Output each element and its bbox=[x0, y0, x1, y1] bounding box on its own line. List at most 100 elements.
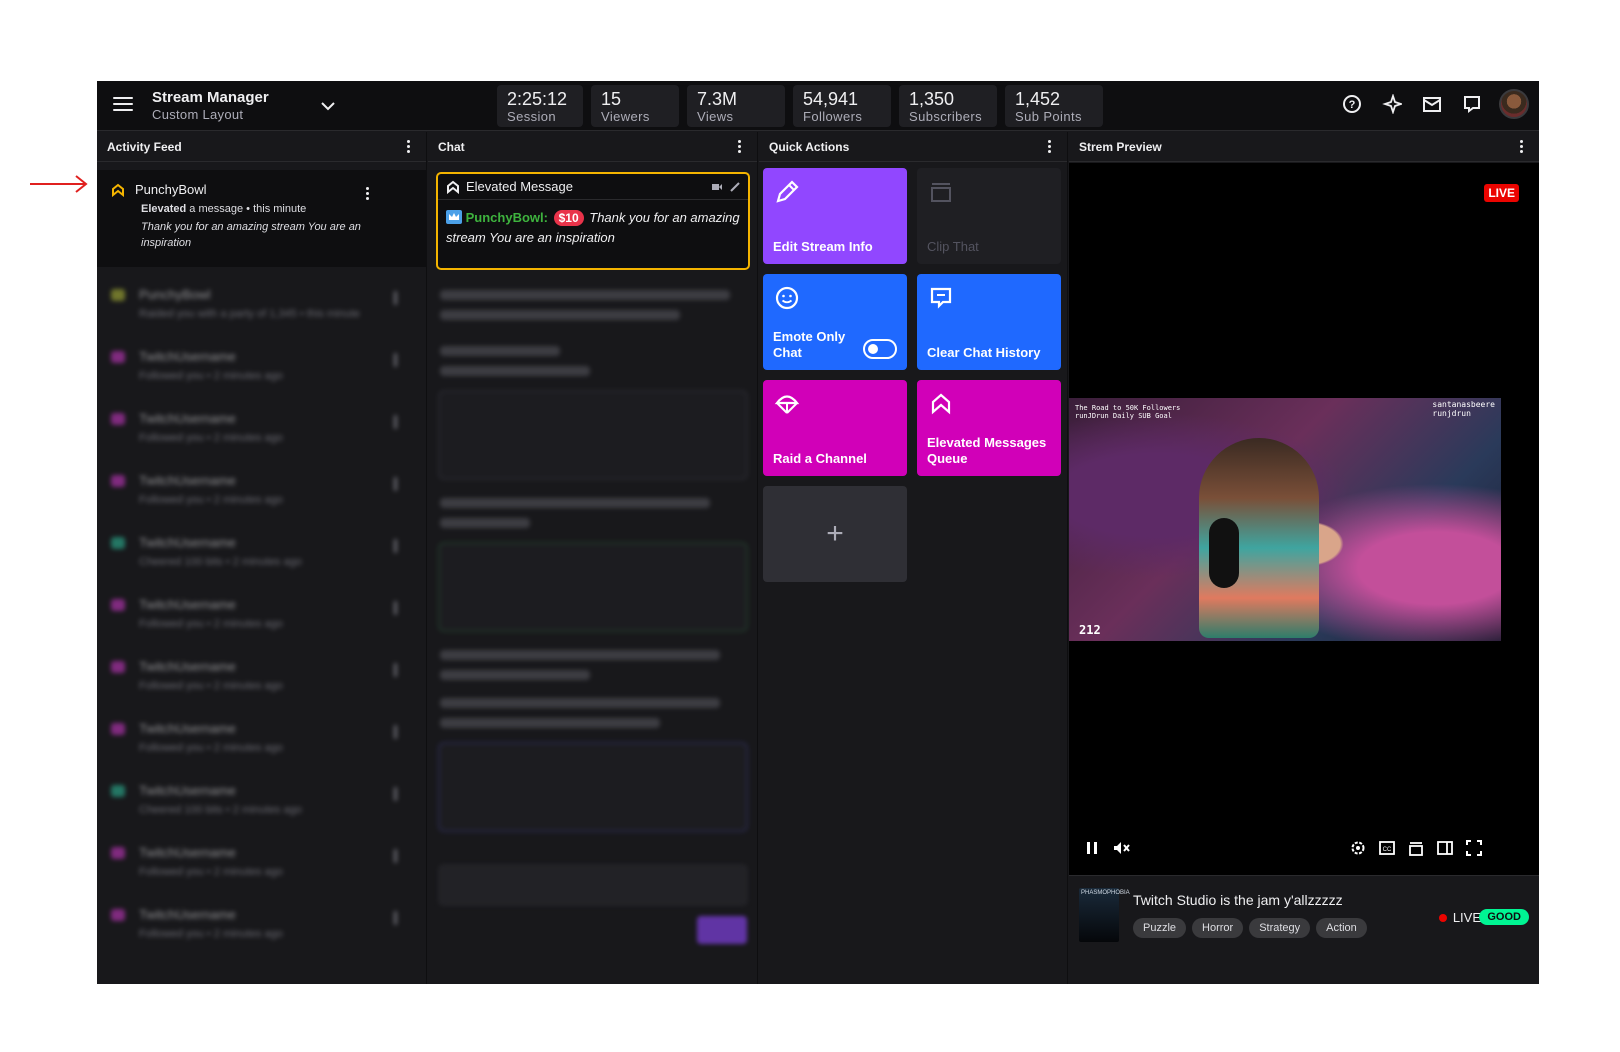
clear-chat-history-button[interactable]: Clear Chat History bbox=[917, 274, 1061, 370]
chat-username[interactable]: PunchyBowl: bbox=[466, 210, 548, 225]
chat-panel: Chat Elevated Message PunchyBowl: $10 Th… bbox=[428, 132, 758, 984]
activity-type-icon bbox=[111, 599, 125, 611]
clip-that-button[interactable]: Clip That bbox=[917, 168, 1061, 264]
activity-item[interactable]: TwitchUsername Followed you • 2 minutes a… bbox=[97, 711, 426, 773]
panel-header: Quick Actions bbox=[759, 132, 1067, 162]
svg-text:CC: CC bbox=[1383, 847, 1392, 853]
activity-item-focused[interactable]: PunchyBowl Elevated a message • this min… bbox=[97, 170, 426, 267]
activity-item[interactable]: TwitchUsername Followed you • 2 minutes a… bbox=[97, 339, 426, 401]
more-options-icon[interactable] bbox=[394, 291, 397, 305]
more-options-icon[interactable] bbox=[394, 353, 397, 367]
stat-value: 15 bbox=[601, 89, 622, 109]
elevated-message-title: Elevated Message bbox=[466, 179, 573, 194]
emote-only-chat-button[interactable]: Emote Only Chat bbox=[763, 274, 907, 370]
layout-selector[interactable]: Stream Manager Custom Layout bbox=[152, 89, 269, 123]
activity-username: PunchyBowl bbox=[139, 287, 211, 302]
more-options-icon[interactable] bbox=[394, 477, 397, 491]
more-options-icon[interactable] bbox=[394, 911, 397, 925]
tag-pill[interactable]: Action bbox=[1316, 918, 1367, 938]
more-options-icon[interactable] bbox=[394, 725, 397, 739]
game-thumbnail[interactable]: PHASMOPHOBIA bbox=[1079, 888, 1130, 942]
more-options-icon[interactable] bbox=[394, 787, 397, 801]
chat-clear-icon bbox=[930, 287, 952, 309]
more-options-icon[interactable] bbox=[394, 601, 397, 615]
inbox-icon[interactable] bbox=[1419, 91, 1445, 117]
activity-item[interactable]: TwitchUsername Followed you • 2 minutes a… bbox=[97, 463, 426, 525]
live-dot-icon bbox=[1438, 913, 1447, 922]
avatar[interactable] bbox=[1499, 89, 1529, 119]
activity-item[interactable]: PunchyBowl Raided you with a party of 1,3… bbox=[97, 277, 426, 339]
activity-meta: Raided you with a party of 1,345 • this … bbox=[139, 308, 360, 320]
chevron-down-icon[interactable] bbox=[317, 95, 339, 117]
tag-pill[interactable]: Horror bbox=[1192, 918, 1244, 938]
video-overlay-count: 212 bbox=[1079, 623, 1101, 637]
activity-item[interactable]: TwitchUsername Followed you • 2 minutes a… bbox=[97, 649, 426, 711]
top-icons: ? bbox=[1339, 89, 1529, 119]
more-options-icon[interactable] bbox=[359, 184, 375, 202]
activity-message: Thank you for an amazing stream You are … bbox=[141, 221, 361, 249]
activity-item[interactable]: TwitchUsername Cheered 100 bits • 2 minut… bbox=[97, 525, 426, 587]
overlay-text: The Road to 50K Followers bbox=[1075, 404, 1181, 412]
pencil-icon bbox=[776, 180, 799, 203]
activity-item[interactable]: TwitchUsername Followed you • 2 minutes a… bbox=[97, 401, 426, 463]
video-overlay-names: santanasbeere runjdrun bbox=[1432, 400, 1495, 418]
more-options-icon[interactable] bbox=[1513, 138, 1529, 156]
pin-icon[interactable] bbox=[730, 181, 740, 192]
settings-gear-icon[interactable] bbox=[1347, 837, 1369, 859]
theatre-mode-icon[interactable] bbox=[1434, 837, 1456, 859]
activity-list: PunchyBowl Raided you with a party of 1,3… bbox=[97, 277, 426, 959]
pause-icon[interactable] bbox=[1081, 837, 1103, 859]
chat-send-button[interactable] bbox=[697, 916, 747, 944]
help-icon[interactable]: ? bbox=[1339, 91, 1365, 117]
more-options-icon[interactable] bbox=[731, 138, 747, 156]
activity-type-icon bbox=[111, 413, 125, 425]
activity-item[interactable]: TwitchUsername Followed you • 2 minutes a… bbox=[97, 587, 426, 649]
emote-only-toggle[interactable] bbox=[863, 339, 897, 359]
mute-icon[interactable] bbox=[1111, 837, 1133, 859]
clip-icon[interactable] bbox=[1405, 837, 1427, 859]
svg-text:?: ? bbox=[1349, 99, 1356, 111]
more-options-icon[interactable] bbox=[394, 849, 397, 863]
activity-type-icon bbox=[111, 351, 125, 363]
elevated-icon bbox=[112, 183, 124, 197]
activity-username: TwitchUsername bbox=[139, 597, 236, 612]
clapperboard-icon bbox=[931, 183, 951, 202]
activity-item[interactable]: TwitchUsername Cheered 100 bits • 2 minut… bbox=[97, 773, 426, 835]
more-options-icon[interactable] bbox=[400, 138, 416, 156]
tile-label: Elevated Messages Queue bbox=[927, 435, 1047, 466]
more-options-icon[interactable] bbox=[394, 663, 397, 677]
stat-label: Session bbox=[507, 109, 557, 124]
emote-icon bbox=[775, 286, 799, 310]
whispers-icon[interactable] bbox=[1459, 91, 1485, 117]
activity-meta: Followed you • 2 minutes ago bbox=[139, 680, 283, 692]
chat-input[interactable] bbox=[438, 864, 748, 906]
more-options-icon[interactable] bbox=[1041, 138, 1057, 156]
add-quick-action-button[interactable]: + bbox=[763, 486, 907, 582]
more-options-icon[interactable] bbox=[394, 415, 397, 429]
more-options-icon[interactable] bbox=[394, 539, 397, 553]
video-player[interactable]: LIVE The Road to 50K Followers runJDrun … bbox=[1069, 163, 1539, 875]
raid-channel-button[interactable]: Raid a Channel bbox=[763, 380, 907, 476]
activity-meta: Followed you • 2 minutes ago bbox=[139, 928, 283, 940]
activity-item[interactable]: TwitchUsername Followed you • 2 minutes a… bbox=[97, 897, 426, 959]
activity-type-icon bbox=[111, 723, 125, 735]
activity-type-icon bbox=[111, 909, 125, 921]
parachute-icon bbox=[774, 395, 800, 414]
activity-item[interactable]: TwitchUsername Followed you • 2 minutes a… bbox=[97, 835, 426, 897]
top-bar: Stream Manager Custom Layout 2:25:12 Ses… bbox=[97, 81, 1539, 131]
edit-stream-info-button[interactable]: Edit Stream Info bbox=[763, 168, 907, 264]
video-icon[interactable] bbox=[712, 183, 722, 191]
menu-icon[interactable] bbox=[113, 97, 133, 115]
tag-pill[interactable]: Strategy bbox=[1249, 918, 1311, 938]
tile-label: Emote Only Chat bbox=[773, 329, 846, 360]
elevated-message-card[interactable]: Elevated Message PunchyBowl: $10 Thank y… bbox=[436, 172, 750, 270]
overlay-text: runjdrun bbox=[1432, 409, 1471, 418]
elevated-amount-badge: $10 bbox=[553, 210, 584, 226]
fullscreen-icon[interactable] bbox=[1463, 837, 1485, 859]
elevated-messages-queue-button[interactable]: Elevated Messages Queue bbox=[917, 380, 1061, 476]
captions-icon[interactable]: CC bbox=[1376, 837, 1398, 859]
sparkle-icon[interactable] bbox=[1379, 91, 1405, 117]
tag-pill[interactable]: Puzzle bbox=[1133, 918, 1187, 938]
activity-type-icon bbox=[111, 475, 125, 487]
tile-label: Clip That bbox=[927, 239, 979, 254]
